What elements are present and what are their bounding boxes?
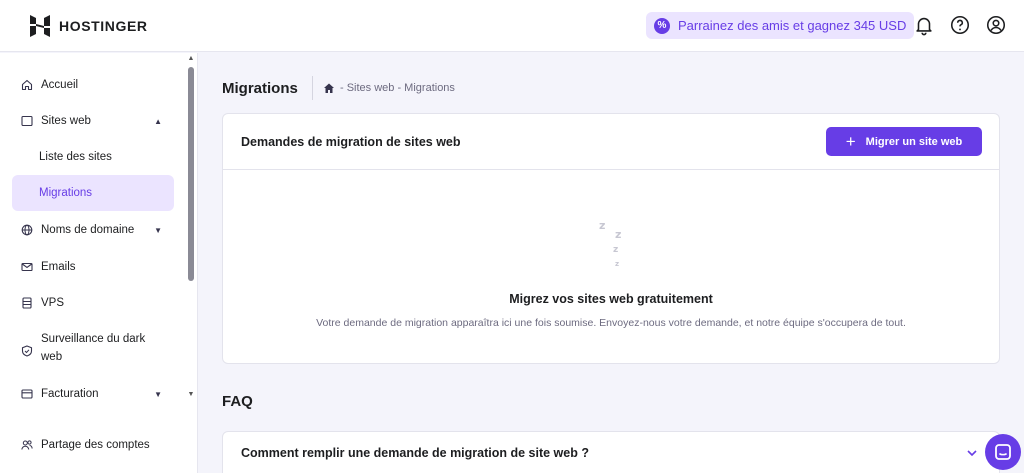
sidebar-item-label: Accueil [41,79,79,91]
users-icon [21,440,33,450]
chat-support-button[interactable] [985,434,1021,470]
sidebar-item-label: Noms de domaine [41,224,135,236]
sidebar-item-label: Partage des comptes [41,439,150,451]
chevron-down-icon: ▼ [154,225,162,235]
sidebar-item-vps[interactable]: VPS [12,293,174,313]
sidebar-item-dark-web[interactable]: Surveillance du dark web [12,329,174,367]
button-label: Migrer un site web [865,135,963,148]
sidebar-item-label: Emails [41,261,76,273]
scroll-down-icon[interactable]: ▼ [186,391,196,398]
globe-icon [21,224,33,236]
sidebar-item-migrations[interactable]: Migrations [12,175,174,211]
home-icon[interactable] [323,82,335,94]
plus-icon: + [845,132,856,151]
breadcrumb-text[interactable]: - Sites web - Migrations [340,82,455,94]
referral-banner[interactable]: % Parrainez des amis et gagnez 345 USD [646,12,915,39]
discount-badge-icon: % [654,17,670,34]
referral-text: Parrainez des amis et gagnez 345 USD [678,18,907,33]
sidebar-item-label: Migrations [39,187,93,199]
scroll-thumb[interactable] [188,67,194,281]
svg-text:z: z [599,219,605,232]
chevron-down-icon: ▼ [154,389,162,399]
hostinger-logo[interactable]: HOSTINGER [30,15,148,37]
migrate-website-button[interactable]: + Migrer un site web [826,127,982,156]
svg-text:z: z [613,245,618,255]
faq-question: Comment remplir une demande de migration… [241,446,589,460]
account-icon[interactable] [985,14,1007,36]
sidebar-item-label: Sites web [41,115,91,127]
empty-state-description: Votre demande de migration apparaîtra ic… [316,317,906,329]
sidebar-item-label: Liste des sites [39,151,112,163]
bell-icon[interactable] [913,14,935,36]
sidebar-item-label: Facturation [41,388,99,400]
migrations-card: Demandes de migration de sites web + Mig… [222,113,1000,364]
hostinger-logo-icon [30,15,50,37]
sleeping-zzz-icon: z z z z [599,219,621,268]
server-icon [22,297,32,309]
sidebar-item-label: Surveillance du dark web [41,333,146,363]
home-icon [21,79,33,91]
brand-name: HOSTINGER [59,18,148,34]
sidebar-item-emails[interactable]: Emails [12,257,174,277]
sidebar-item-sites-web[interactable]: Sites web ▲ [12,111,174,131]
faq-item[interactable]: Comment remplir une demande de migration… [222,431,1000,473]
chat-icon [995,444,1011,460]
svg-text:z: z [615,260,619,268]
sidebar-item-accueil[interactable]: Accueil [12,75,174,95]
shield-icon [21,345,33,357]
chevron-up-icon: ▲ [154,116,162,126]
sidebar-scrollbar[interactable]: ▲ ▼ [186,53,196,473]
billing-icon [21,389,33,399]
card-header: Demandes de migration de sites web + Mig… [223,114,999,170]
scroll-up-icon[interactable]: ▲ [186,55,196,62]
help-icon[interactable] [949,14,971,36]
faq-title: FAQ [222,393,253,410]
svg-text:z: z [615,228,621,241]
breadcrumb: - Sites web - Migrations [323,82,455,94]
page-title: Migrations [222,80,298,97]
sidebar-item-facturation[interactable]: Facturation ▼ [12,384,174,404]
empty-state-title: Migrez vos sites web gratuitement [509,292,713,306]
title-divider [312,76,313,100]
sidebar-item-label: VPS [41,297,65,309]
window-icon [21,115,33,127]
sidebar-item-partage-des-comptes[interactable]: Partage des comptes [12,435,174,455]
chevron-down-icon[interactable] [966,447,978,459]
sidebar: Accueil Sites web ▲ Liste des sites Migr… [0,53,198,473]
card-title: Demandes de migration de sites web [241,135,461,149]
mail-icon [21,262,33,272]
top-bar: HOSTINGER % Parrainez des amis et gagnez… [0,0,1024,52]
sidebar-item-noms-de-domaine[interactable]: Noms de domaine ▼ [12,220,174,240]
sidebar-item-liste-des-sites[interactable]: Liste des sites [12,147,174,167]
